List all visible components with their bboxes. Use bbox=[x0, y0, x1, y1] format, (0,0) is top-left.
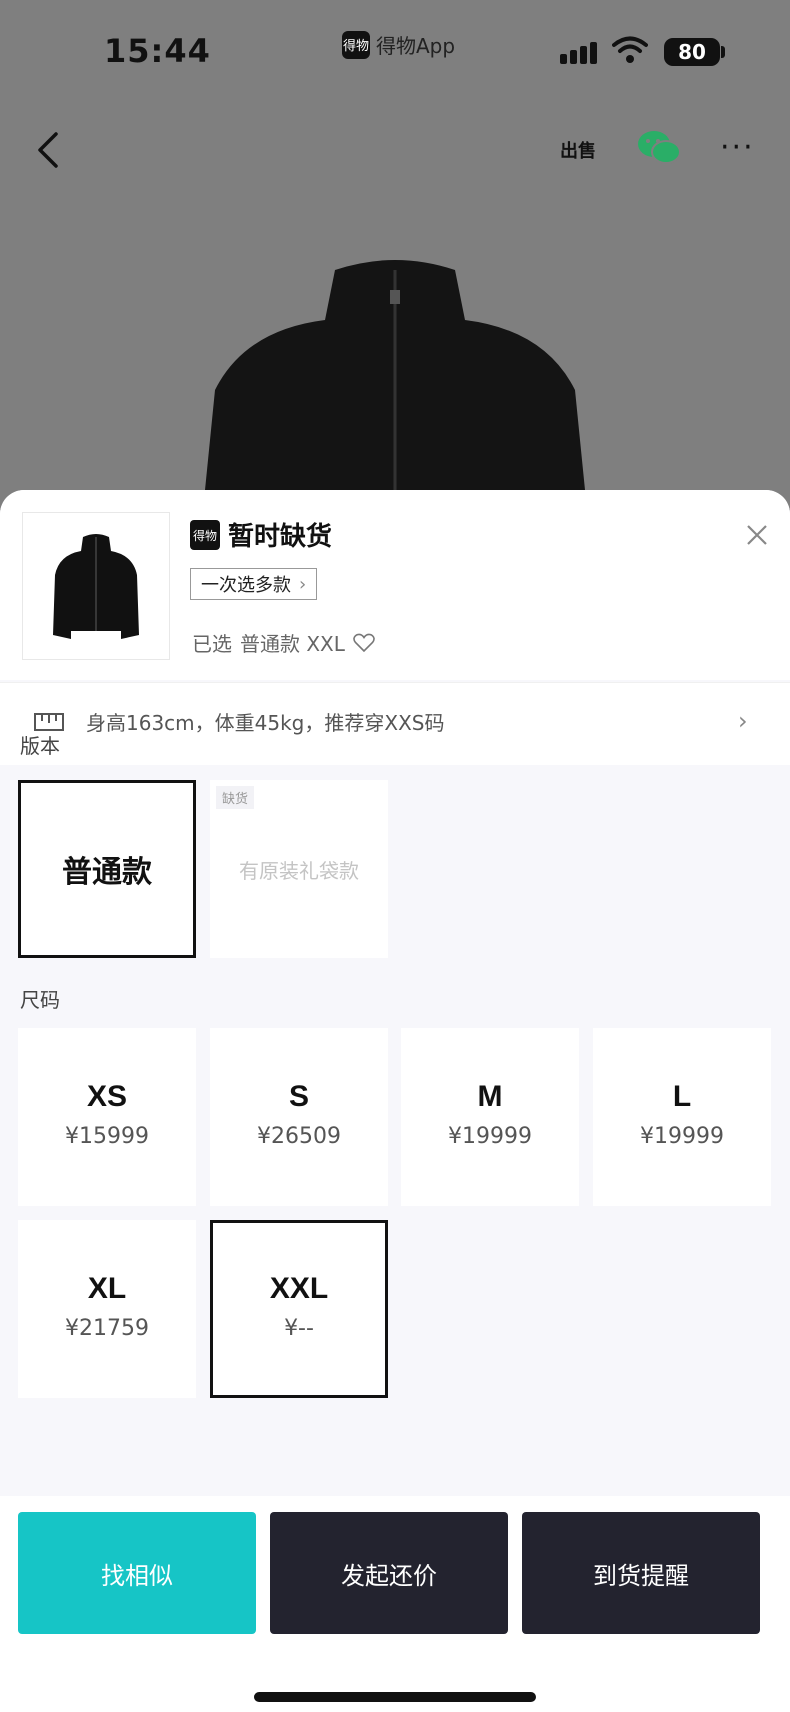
stock-status-title: 暂时缺货 bbox=[228, 522, 333, 552]
more-options-icon[interactable]: ··· bbox=[720, 130, 755, 165]
status-time: 15:44 bbox=[104, 32, 211, 70]
wechat-share-icon[interactable] bbox=[636, 128, 682, 168]
top-nav: 出售 ··· bbox=[0, 110, 790, 190]
sell-label: 出售 bbox=[560, 141, 596, 162]
size-price: ¥19999 bbox=[448, 1124, 532, 1149]
size-price: ¥26509 bbox=[257, 1124, 341, 1149]
size-option-s[interactable]: S ¥26509 bbox=[210, 1028, 388, 1206]
out-of-stock-badge: 缺货 bbox=[216, 786, 255, 809]
ruler-icon bbox=[34, 713, 64, 731]
home-indicator bbox=[254, 1692, 536, 1702]
size-option-xs[interactable]: XS ¥15999 bbox=[18, 1028, 196, 1206]
size-price: ¥21759 bbox=[65, 1316, 149, 1341]
battery-indicator: 80 bbox=[664, 38, 720, 66]
version-section-label: 版本 bbox=[20, 734, 60, 758]
restock-alert-button[interactable]: 到货提醒 bbox=[522, 1512, 760, 1634]
counter-offer-label: 发起还价 bbox=[341, 1561, 437, 1590]
selected-value: 普通款 XXL bbox=[240, 632, 345, 656]
size-option-l[interactable]: L ¥19999 bbox=[593, 1028, 771, 1206]
dewu-logo-icon: 得物 bbox=[190, 520, 220, 550]
sell-button[interactable]: 出售 bbox=[558, 130, 598, 170]
size-recommendation-text: 身高163cm，体重45kg，推荐穿XXS码 bbox=[86, 711, 445, 735]
status-app-name: 得物App bbox=[376, 34, 456, 58]
counter-offer-button[interactable]: 发起还价 bbox=[270, 1512, 508, 1634]
version-option-label: 有原装礼袋款 bbox=[239, 858, 359, 883]
restock-alert-label: 到货提醒 bbox=[593, 1561, 689, 1590]
size-name: XL bbox=[87, 1272, 127, 1305]
find-similar-label: 找相似 bbox=[101, 1561, 173, 1590]
close-icon[interactable] bbox=[746, 524, 768, 546]
size-name: XXL bbox=[269, 1272, 329, 1305]
version-option-label: 普通款 bbox=[62, 855, 152, 890]
sheet-header: 得物 暂时缺货 一次选多款 › 已选 普通款 XXL bbox=[0, 490, 790, 680]
version-option-gift-bag[interactable]: 缺货 有原装礼袋款 bbox=[210, 780, 388, 958]
status-app: 得物 得物App bbox=[342, 30, 455, 59]
cellular-signal-icon bbox=[560, 42, 597, 64]
selected-summary: 已选 普通款 XXL bbox=[192, 628, 375, 657]
bottom-action-bar: 找相似 发起还价 到货提醒 bbox=[0, 1496, 790, 1712]
back-arrow-icon[interactable] bbox=[36, 130, 60, 170]
size-name: L bbox=[672, 1080, 692, 1113]
size-option-xxl[interactable]: XXL ¥-- bbox=[210, 1220, 388, 1398]
size-option-m[interactable]: M ¥19999 bbox=[401, 1028, 579, 1206]
size-price: ¥19999 bbox=[640, 1124, 724, 1149]
chevron-right-icon: › bbox=[299, 573, 307, 595]
selected-prefix: 已选 bbox=[192, 632, 232, 656]
jacket-thumbnail-image bbox=[53, 534, 139, 639]
multi-select-button[interactable]: 一次选多款 › bbox=[190, 568, 318, 600]
size-section-label: 尺码 bbox=[20, 988, 60, 1012]
size-recommendation-row[interactable]: 身高163cm，体重45kg，推荐穿XXS码 › bbox=[0, 682, 790, 765]
version-option-standard[interactable]: 普通款 bbox=[18, 780, 196, 958]
size-price: ¥15999 bbox=[65, 1124, 149, 1149]
size-price: ¥-- bbox=[284, 1316, 314, 1341]
size-name: XS bbox=[86, 1080, 128, 1113]
app-logo-icon: 得物 bbox=[342, 30, 370, 59]
size-name: M bbox=[477, 1080, 503, 1113]
status-bar: 15:44 得物 得物App 80 bbox=[0, 0, 790, 100]
product-thumbnail bbox=[22, 512, 170, 660]
find-similar-button[interactable]: 找相似 bbox=[18, 1512, 256, 1634]
chevron-right-icon: › bbox=[738, 707, 748, 735]
size-name: S bbox=[288, 1080, 309, 1113]
heart-icon[interactable] bbox=[353, 633, 375, 653]
wifi-icon bbox=[612, 36, 648, 63]
multi-select-label: 一次选多款 bbox=[201, 575, 291, 596]
battery-tip bbox=[721, 46, 725, 58]
product-hero-image bbox=[205, 260, 585, 490]
size-option-xl[interactable]: XL ¥21759 bbox=[18, 1220, 196, 1398]
